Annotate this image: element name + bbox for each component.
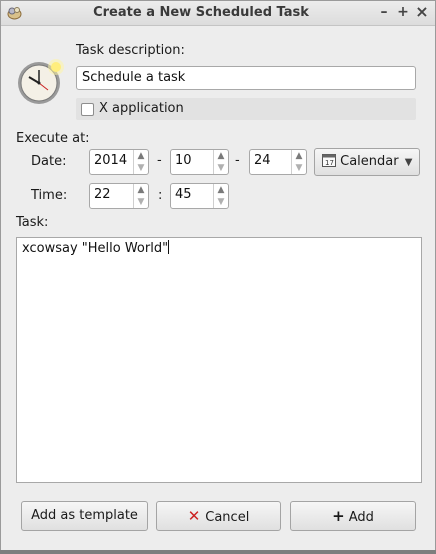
execute-at-label: Execute at:: [16, 131, 90, 146]
minute-down-arrow-icon[interactable]: ▼: [214, 196, 228, 208]
date-separator-1: -: [157, 153, 162, 168]
calendar-button-label: Calendar: [340, 154, 399, 169]
time-separator: :: [158, 188, 163, 203]
close-button[interactable]: ×: [414, 4, 430, 20]
day-value: 24: [254, 153, 271, 168]
task-description-input[interactable]: Schedule a task: [76, 66, 416, 90]
day-spinbutton[interactable]: 24 ▲ ▼: [249, 149, 307, 175]
text-caret: [168, 240, 170, 254]
date-label: Date:: [31, 154, 67, 169]
window-bottom-border: [0, 550, 436, 554]
year-spinbutton[interactable]: 2014 ▲ ▼: [89, 149, 149, 175]
year-down-arrow-icon[interactable]: ▼: [134, 162, 148, 174]
calendar-button[interactable]: 17 Calendar ▼: [314, 148, 420, 176]
month-up-arrow-icon[interactable]: ▲: [214, 150, 228, 162]
year-spin-arrows[interactable]: ▲ ▼: [133, 150, 148, 174]
x-application-checkbox[interactable]: [81, 103, 94, 116]
cancel-button-label: Cancel: [205, 510, 250, 525]
cancel-x-icon: ✕: [187, 507, 201, 525]
hour-down-arrow-icon[interactable]: ▼: [134, 196, 148, 208]
add-button[interactable]: + Add: [290, 501, 416, 531]
task-label: Task:: [16, 215, 49, 230]
maximize-button[interactable]: +: [395, 4, 411, 20]
dialog-window: Create a New Scheduled Task – + × Task d…: [0, 0, 436, 552]
minute-value: 45: [175, 187, 192, 202]
year-value: 2014: [94, 153, 128, 168]
hour-up-arrow-icon[interactable]: ▲: [134, 184, 148, 196]
plus-icon: +: [332, 507, 345, 525]
hour-spin-arrows[interactable]: ▲ ▼: [133, 184, 148, 208]
year-up-arrow-icon[interactable]: ▲: [134, 150, 148, 162]
time-label: Time:: [31, 188, 68, 203]
calendar-icon: 17: [322, 154, 336, 167]
month-value: 10: [175, 153, 192, 168]
clock-icon: [18, 59, 64, 104]
minute-spinbutton[interactable]: 45 ▲ ▼: [170, 183, 229, 209]
x-application-label[interactable]: X application: [99, 101, 184, 116]
day-spin-arrows[interactable]: ▲ ▼: [291, 150, 306, 174]
add-as-template-button[interactable]: Add as template: [21, 501, 148, 531]
day-down-arrow-icon[interactable]: ▼: [292, 162, 306, 174]
task-command-textarea[interactable]: xcowsay "Hello World": [16, 237, 422, 483]
task-command-text: xcowsay "Hello World": [22, 241, 169, 256]
hour-spinbutton[interactable]: 22 ▲ ▼: [89, 183, 149, 209]
add-button-label: Add: [348, 510, 374, 525]
day-up-arrow-icon[interactable]: ▲: [292, 150, 306, 162]
minute-spin-arrows[interactable]: ▲ ▼: [213, 184, 228, 208]
month-spin-arrows[interactable]: ▲ ▼: [213, 150, 228, 174]
svg-text:17: 17: [325, 159, 334, 167]
minimize-button[interactable]: –: [376, 4, 392, 20]
app-icon: [7, 7, 22, 20]
window-title: Create a New Scheduled Task: [93, 5, 309, 20]
title-bar: Create a New Scheduled Task – + ×: [1, 1, 435, 26]
month-down-arrow-icon[interactable]: ▼: [214, 162, 228, 174]
task-description-label: Task description:: [76, 43, 185, 58]
date-separator-2: -: [235, 153, 240, 168]
cancel-button[interactable]: ✕ Cancel: [156, 501, 281, 531]
month-spinbutton[interactable]: 10 ▲ ▼: [170, 149, 229, 175]
minute-up-arrow-icon[interactable]: ▲: [214, 184, 228, 196]
chevron-down-icon: ▼: [404, 157, 413, 168]
hour-value: 22: [94, 187, 111, 202]
